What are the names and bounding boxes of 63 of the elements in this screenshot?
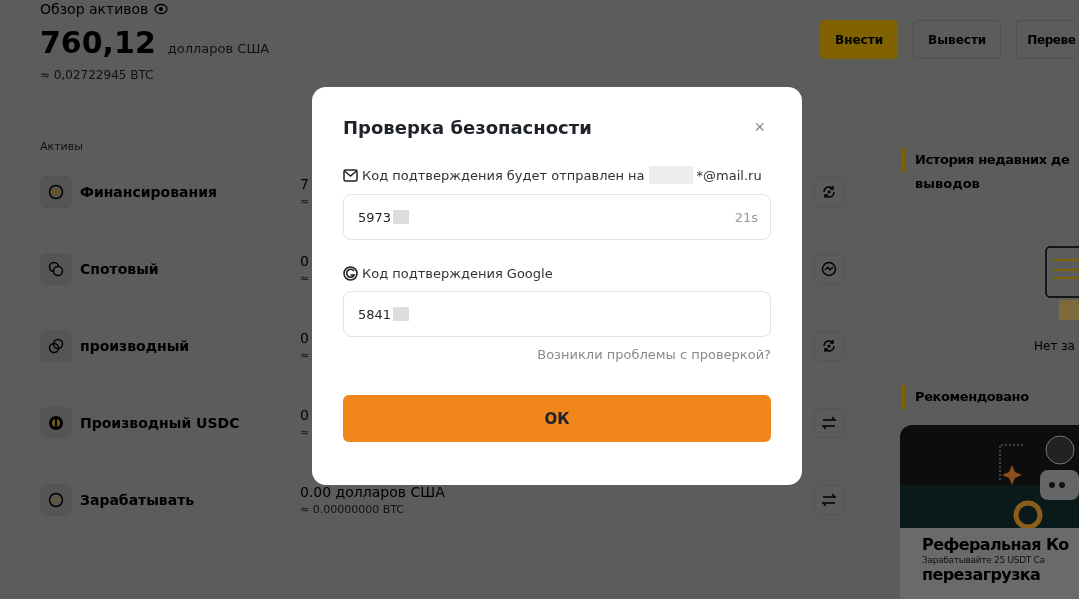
linked-circles-icon: [48, 260, 64, 277]
account-amount: 0: [300, 406, 309, 423]
section-title: выводов: [914, 175, 981, 193]
cycle-icon: [821, 337, 837, 354]
card-title: Реферальная Ко: [922, 536, 1070, 554]
coin-chart-icon: [48, 491, 64, 508]
section-title: История недавних де: [902, 148, 1079, 172]
eye-icon: [154, 3, 169, 15]
account-amount: 0: [300, 329, 309, 346]
coin-icon: [48, 414, 64, 431]
swap-arrows-icon: [821, 414, 837, 431]
account-action-button[interactable]: [814, 176, 844, 207]
card-description: Зарабатывайте 25 USDT Са: [922, 554, 1046, 566]
help-link[interactable]: Возникли проблемы с проверкой?: [537, 347, 771, 362]
account-btc-amount: ≈: [300, 425, 310, 439]
action-button[interactable]: Переве: [1016, 20, 1076, 59]
redaction-block: [393, 307, 410, 321]
field-label: Код подтверждения Google: [362, 266, 553, 281]
account-btc-amount: ≈ 0.00000000 BTC: [300, 502, 404, 516]
account-action-button[interactable]: [814, 253, 844, 284]
account-action-button[interactable]: [814, 484, 844, 515]
redaction-block: [393, 210, 410, 224]
account-amount: 0: [300, 252, 309, 269]
account-name: Производный USDC: [80, 414, 241, 431]
account-name: Финансирования: [80, 183, 218, 200]
section-title: Рекомендовано: [902, 385, 1079, 409]
swap-arrows-icon: [821, 491, 837, 508]
page-title: Обзор активов: [40, 1, 149, 17]
code-value: 5841: [358, 306, 392, 322]
field-label: Код подтверждения будет отправлен на: [362, 167, 645, 183]
action-button[interactable]: Внести: [820, 20, 899, 59]
account-btc-amount: ≈: [300, 271, 310, 285]
account-name: производный: [80, 337, 191, 354]
section-heading: Активы: [40, 140, 84, 153]
empty-state-text: Нет за: [1034, 339, 1076, 353]
dialog-title: Проверка безопасности: [343, 117, 592, 138]
card-title: перезагрузка: [922, 566, 1042, 584]
close-button[interactable]: ×: [750, 117, 769, 138]
balance-amount: 760,12: [40, 25, 156, 60]
google-code-field[interactable]: 5841: [343, 291, 771, 337]
account-action-button[interactable]: [814, 407, 844, 438]
countdown-timer: 21s: [734, 209, 758, 225]
google-icon: [343, 266, 358, 281]
balance-currency: долларов США: [167, 41, 270, 56]
linked-circles-icon: [48, 337, 64, 354]
account-amount: 0.00 долларов США: [300, 483, 445, 500]
account-amount: 7: [300, 175, 309, 192]
confirm-button[interactable]: ОК: [343, 395, 771, 442]
cycle-icon: [821, 183, 837, 200]
account-btc-amount: ≈: [300, 194, 310, 208]
account-name: Зарабатывать: [80, 491, 196, 508]
action-button[interactable]: Вывести: [913, 20, 1002, 59]
code-value: 5973: [358, 209, 392, 225]
mail-icon: [343, 168, 358, 182]
account-name: Спотовый: [80, 260, 160, 277]
promo-card[interactable]: Реферальная Ко Зарабатывайте 25 USDT Са перезагрузка: [900, 425, 1079, 599]
coin-icon: [48, 183, 64, 200]
email-code-field[interactable]: 5973 21s: [343, 194, 771, 240]
chart-circle-icon: [821, 260, 837, 277]
balance-btc: ≈ 0,02722945 BTC: [40, 68, 155, 82]
account-action-button[interactable]: [814, 330, 844, 361]
email-address: *@mail.ru: [696, 167, 762, 183]
account-btc-amount: ≈: [300, 348, 310, 362]
